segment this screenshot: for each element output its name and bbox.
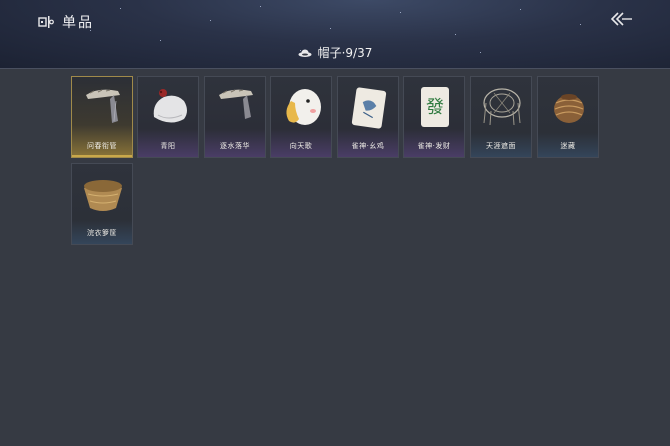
item-label: 逐水落华 [220,142,250,150]
item-icon [38,16,54,28]
page-title: 单品 [62,15,94,31]
back-arrow-icon [610,12,632,26]
item-card-qingyang[interactable]: 青阳 [137,76,199,158]
back-button[interactable] [610,10,634,28]
category-header: 帽子·9/37 [0,44,670,61]
selection-bar [72,155,132,157]
item-card-tianya[interactable]: 天涯遮面 [470,76,532,158]
item-label: 天涯遮面 [486,142,516,150]
item-card-micang[interactable]: 迷藏 [537,76,599,158]
white-hat-icon [153,89,187,123]
item-card-queshen-facai[interactable]: 發 雀神·发财 [403,76,465,158]
item-card-wenchun[interactable]: 问春衔管 [71,76,133,158]
category-label: 帽子·9/37 [317,46,373,60]
bamboo-veil-hat-icon [483,88,521,126]
item-card-zhushui[interactable]: 逐水落华 [204,76,266,158]
item-card-xiangtiange[interactable]: 向天歌 [270,76,332,158]
basket-hat-icon [84,180,122,211]
item-label: 浣衣箩筐 [87,229,117,237]
item-label: 青阳 [160,142,176,150]
duck-hat-icon [286,89,321,125]
jade-hairpin-icon [86,89,120,123]
jade-hairpin-icon [219,89,253,119]
item-card-huanyi[interactable]: 浣衣箩筐 [71,163,133,245]
item-label: 向天歌 [289,142,313,150]
item-label: 雀神·幺鸡 [351,142,385,150]
hat-icon [298,49,312,57]
item-label: 问春衔管 [87,142,117,150]
top-bar: 单品 帽子·9/37 [0,0,670,69]
item-label: 迷藏 [560,142,576,150]
page-title-group: 单品 [38,12,94,32]
mahjong-glyph: 發 [426,97,444,118]
woven-ball-icon [554,94,584,123]
item-card-queshen-yaoji[interactable]: 雀神·幺鸡 [337,76,399,158]
mahjong-tile-fa-icon: 發 [421,87,449,127]
item-label: 雀神·发财 [417,142,451,150]
mahjong-tile-bird-icon [351,87,387,129]
